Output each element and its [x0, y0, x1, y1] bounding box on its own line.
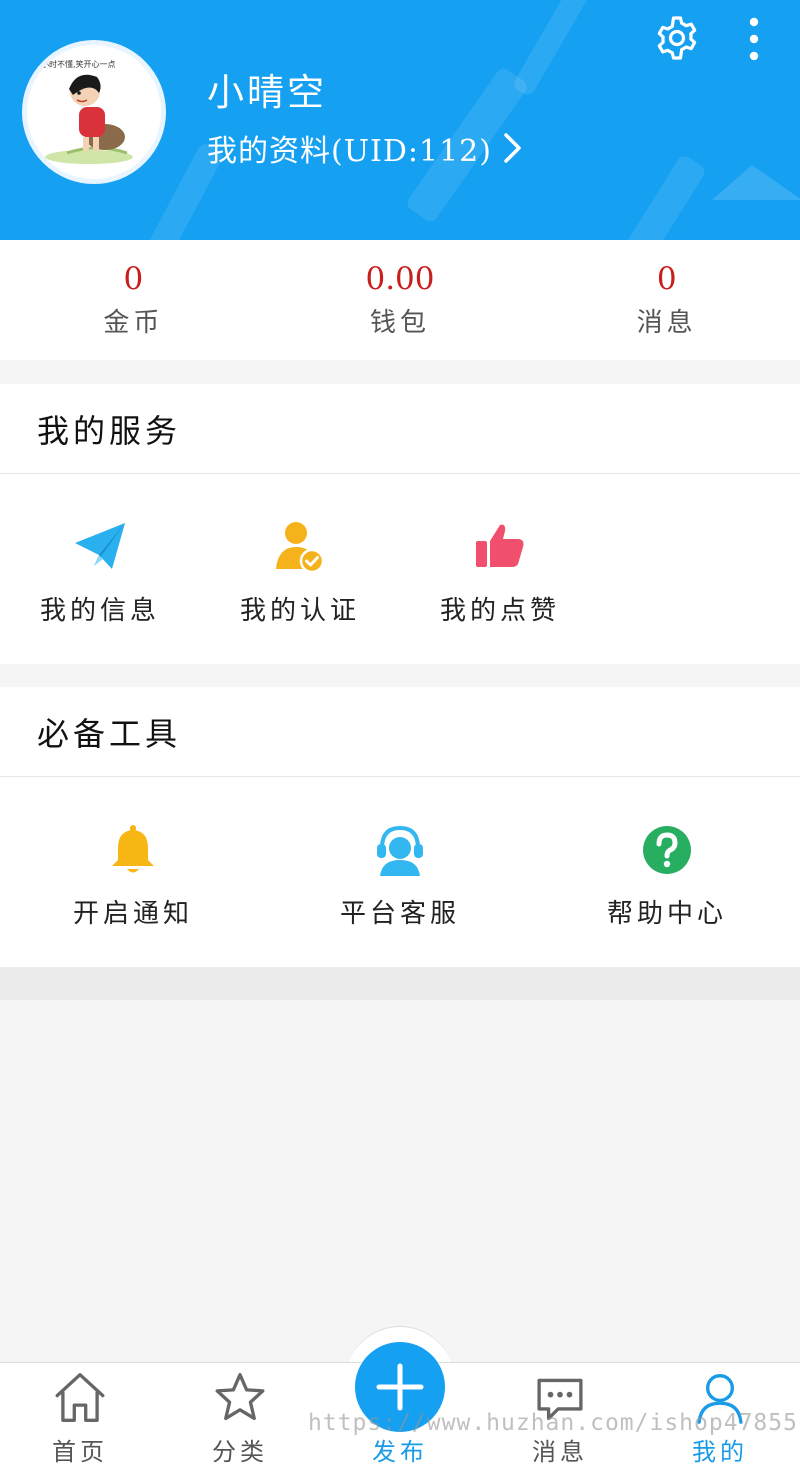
section-title: 必备工具: [0, 687, 800, 777]
tools-section: 必备工具 开启通知 平台客服 帮助中心: [0, 687, 800, 967]
nav-label: 消息: [532, 1438, 588, 1466]
more-vertical-icon: [749, 17, 759, 61]
nav-label: 我的: [692, 1438, 748, 1466]
section-title: 我的服务: [0, 384, 800, 474]
paper-plane-icon: [75, 523, 125, 569]
nav-category[interactable]: 分类: [170, 1363, 310, 1466]
nav-home[interactable]: 首页: [10, 1363, 150, 1466]
star-icon: [215, 1373, 265, 1421]
customer-service-icon: [377, 825, 423, 876]
service-label: 我的点赞: [439, 596, 560, 626]
gear-icon: [657, 16, 697, 60]
service-my-verification[interactable]: 我的认证: [200, 474, 400, 664]
user-verified-icon: [276, 522, 325, 574]
settings-button[interactable]: [653, 14, 701, 62]
services-grid: 我的信息 我的认证 我的点赞: [0, 474, 800, 664]
tool-label: 开启通知: [72, 899, 193, 929]
services-section: 我的服务 我的信息 我的认证 我的点赞: [0, 384, 800, 664]
profile-header: 小时不懂,笑开心一点 小晴空 我的资料(UID:112): [0, 0, 800, 240]
help-circle-icon: [643, 826, 691, 874]
service-label: 我的认证: [239, 596, 360, 626]
stat-coins[interactable]: 0 金币: [0, 240, 267, 360]
nav-label: 分类: [212, 1438, 268, 1466]
tools-grid: 开启通知 平台客服 帮助中心: [0, 777, 800, 967]
stat-messages[interactable]: 0 消息: [533, 240, 800, 360]
avatar[interactable]: 小时不懂,笑开心一点: [22, 40, 166, 184]
stats-bar: 0 金币 0.00 钱包 0 消息: [0, 240, 800, 360]
tool-help-center[interactable]: 帮助中心: [534, 777, 800, 967]
tool-notifications[interactable]: 开启通知: [0, 777, 266, 967]
header-decoration: [712, 165, 800, 200]
user-name: 小晴空: [207, 71, 327, 114]
plus-icon: [376, 1363, 424, 1411]
more-button[interactable]: [742, 14, 766, 64]
tool-label: 帮助中心: [606, 899, 727, 929]
stat-value: 0: [656, 261, 677, 297]
profile-link-label: 我的资料(UID:112): [207, 134, 492, 169]
header-decoration: [511, 0, 591, 98]
stat-value: 0.00: [365, 261, 435, 297]
header-decoration: [602, 153, 708, 240]
section-divider: [0, 967, 800, 1000]
service-my-info[interactable]: 我的信息: [0, 474, 200, 664]
watermark: https://www.huzhan.com/ishop47855: [308, 1410, 798, 1436]
stat-label: 钱包: [370, 308, 431, 338]
chevron-right-icon: [504, 133, 521, 163]
bell-icon: [112, 825, 154, 873]
tool-label: 平台客服: [339, 899, 460, 929]
stat-value: 0: [123, 261, 144, 297]
home-icon: [55, 1373, 105, 1422]
publish-label: 发布: [372, 1438, 428, 1466]
tool-customer-service[interactable]: 平台客服: [267, 777, 533, 967]
service-my-likes[interactable]: 我的点赞: [400, 474, 600, 664]
avatar-illustration: 小时不懂,笑开心一点: [27, 45, 161, 179]
thumbs-up-icon: [476, 524, 524, 567]
stat-label: 消息: [636, 308, 697, 338]
profile-link[interactable]: 我的资料(UID:112): [207, 126, 524, 170]
nav-label: 首页: [52, 1438, 108, 1466]
stat-label: 金币: [103, 308, 164, 338]
service-label: 我的信息: [39, 596, 160, 626]
avatar-caption: 小时不懂,笑开心一点: [41, 59, 116, 69]
stat-wallet[interactable]: 0.00 钱包: [267, 240, 534, 360]
